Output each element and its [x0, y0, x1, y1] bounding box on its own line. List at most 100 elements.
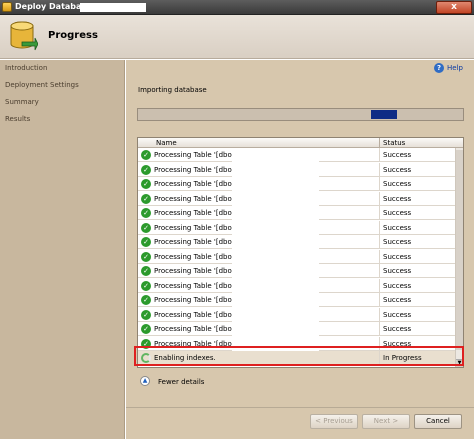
table-row[interactable]: ✓ Processing Table '[dbo]. Success	[138, 264, 455, 278]
row-name: Processing Table '[dbo].	[154, 252, 237, 261]
collapse-details-icon[interactable]: ▲	[140, 376, 150, 386]
row-status: Success	[383, 209, 412, 217]
redacted-table-name	[232, 249, 319, 264]
success-check-icon: ✓	[141, 193, 151, 204]
redacted-table-name	[232, 322, 319, 336]
progress-bar	[137, 108, 464, 121]
redacted-server-name	[80, 3, 146, 12]
success-check-icon: ✓	[141, 222, 151, 233]
redacted-table-name	[232, 206, 319, 220]
table-row[interactable]: Enabling indexes. In Progress	[138, 351, 455, 365]
redacted-table-name	[232, 336, 319, 351]
sidebar-item-deployment-settings[interactable]: Deployment Settings	[5, 81, 79, 89]
scrollbar-thumb[interactable]	[456, 150, 463, 350]
sidebar-item-summary[interactable]: Summary	[5, 98, 39, 106]
vertical-scrollbar[interactable]: ▼	[455, 148, 463, 367]
cell-divider	[379, 249, 380, 264]
row-name: Processing Table '[dbo].	[154, 180, 237, 188]
success-check-icon: ✓	[141, 280, 151, 291]
table-row[interactable]: ✓ Processing Table '[dbo]. Success	[138, 177, 455, 191]
table-row[interactable]: ✓ Processing Table '[dbo]. Success	[138, 148, 455, 162]
table-row[interactable]: ✓ Processing Table '[dbo]. Success	[138, 278, 455, 293]
row-status: Success	[383, 296, 412, 304]
in-progress-spinner-icon	[141, 353, 151, 363]
progress-grid: Name Status ✓ Processing Table '[dbo]. Suc…	[137, 137, 464, 368]
cell-divider	[379, 278, 380, 293]
table-row[interactable]: ✓ Processing Table '[dbo]. Success	[138, 322, 455, 336]
table-row[interactable]: ✓ Processing Table '[dbo]. Success	[138, 220, 455, 235]
success-check-icon: ✓	[141, 251, 151, 262]
row-status: In Progress	[383, 354, 422, 362]
row-name: Processing Table '[dbo].	[154, 194, 237, 203]
sidebar-item-results[interactable]: Results	[5, 115, 30, 123]
success-check-icon: ✓	[141, 164, 151, 175]
row-name: Processing Table '[dbo].	[154, 151, 237, 159]
table-row[interactable]: ✓ Processing Table '[dbo]. Success	[138, 336, 455, 351]
sidebar-item-introduction[interactable]: Introduction	[5, 64, 47, 72]
row-status: Success	[383, 267, 412, 275]
row-status: Success	[383, 325, 412, 333]
table-row[interactable]: ✓ Processing Table '[dbo]. Success	[138, 191, 455, 206]
row-status: Success	[383, 281, 412, 290]
table-row[interactable]: ✓ Processing Table '[dbo]. Success	[138, 293, 455, 307]
redacted-table-name	[232, 278, 319, 293]
row-name: Processing Table '[dbo].	[154, 267, 237, 275]
success-check-icon: ✓	[141, 150, 151, 160]
scroll-down-icon[interactable]: ▼	[456, 359, 463, 367]
redacted-table-name	[232, 235, 319, 249]
row-status: Success	[383, 238, 412, 246]
row-status: Success	[383, 151, 412, 159]
help-link[interactable]: Help	[447, 64, 463, 72]
redacted-table-name	[232, 264, 319, 278]
table-row[interactable]: ✓ Processing Table '[dbo]. Success	[138, 162, 455, 177]
progress-bar-fill	[371, 110, 397, 119]
previous-button[interactable]: < Previous	[310, 414, 358, 429]
row-status: Success	[383, 252, 412, 261]
row-name: Processing Table '[dbo].	[154, 238, 237, 246]
cell-divider	[379, 191, 380, 206]
row-name: Processing Table '[dbo].	[154, 223, 237, 232]
success-check-icon: ✓	[141, 208, 151, 218]
app-icon	[2, 2, 12, 12]
cell-divider	[379, 162, 380, 177]
table-row[interactable]: ✓ Processing Table '[dbo]. Success	[138, 206, 455, 220]
row-status: Success	[383, 223, 412, 232]
success-check-icon: ✓	[141, 338, 151, 349]
row-status: Success	[383, 194, 412, 203]
next-button[interactable]: Next >	[362, 414, 410, 429]
table-row[interactable]: ✓ Processing Table '[dbo]. Success	[138, 249, 455, 264]
cell-divider	[379, 336, 380, 351]
row-status: Success	[383, 165, 412, 174]
cell-divider	[379, 177, 380, 191]
close-button[interactable]: x	[436, 1, 472, 14]
redacted-table-name	[232, 191, 319, 206]
redacted-table-name	[232, 148, 319, 162]
cancel-button[interactable]: Cancel	[414, 414, 462, 429]
status-text: Importing database	[138, 86, 207, 94]
success-check-icon: ✓	[141, 295, 151, 305]
table-row[interactable]: ✓ Processing Table '[dbo]. Success	[138, 235, 455, 249]
grid-header: Name Status	[138, 138, 463, 148]
redacted-table-name	[232, 293, 319, 307]
help-icon[interactable]: ?	[434, 63, 444, 73]
database-icon	[10, 21, 38, 51]
cell-divider	[379, 307, 380, 322]
row-name: Processing Table '[dbo].	[154, 339, 237, 348]
cell-divider	[379, 148, 380, 162]
table-row[interactable]: ✓ Processing Table '[dbo]. Success	[138, 307, 455, 322]
cell-divider	[379, 351, 380, 365]
fewer-details-link[interactable]: Fewer details	[158, 378, 204, 386]
success-check-icon: ✓	[141, 324, 151, 334]
row-name: Processing Table '[dbo].	[154, 325, 237, 333]
column-divider[interactable]	[379, 138, 380, 148]
row-name: Enabling indexes.	[154, 354, 216, 362]
column-header-name[interactable]: Name	[156, 139, 177, 147]
page-title: Progress	[48, 30, 98, 41]
column-header-status[interactable]: Status	[383, 139, 405, 147]
cell-divider	[379, 220, 380, 235]
title-bar: Deploy Database x	[0, 0, 474, 15]
redacted-table-name	[232, 177, 319, 191]
success-check-icon: ✓	[141, 309, 151, 320]
row-name: Processing Table '[dbo].	[154, 281, 237, 290]
row-name: Processing Table '[dbo].	[154, 310, 237, 319]
